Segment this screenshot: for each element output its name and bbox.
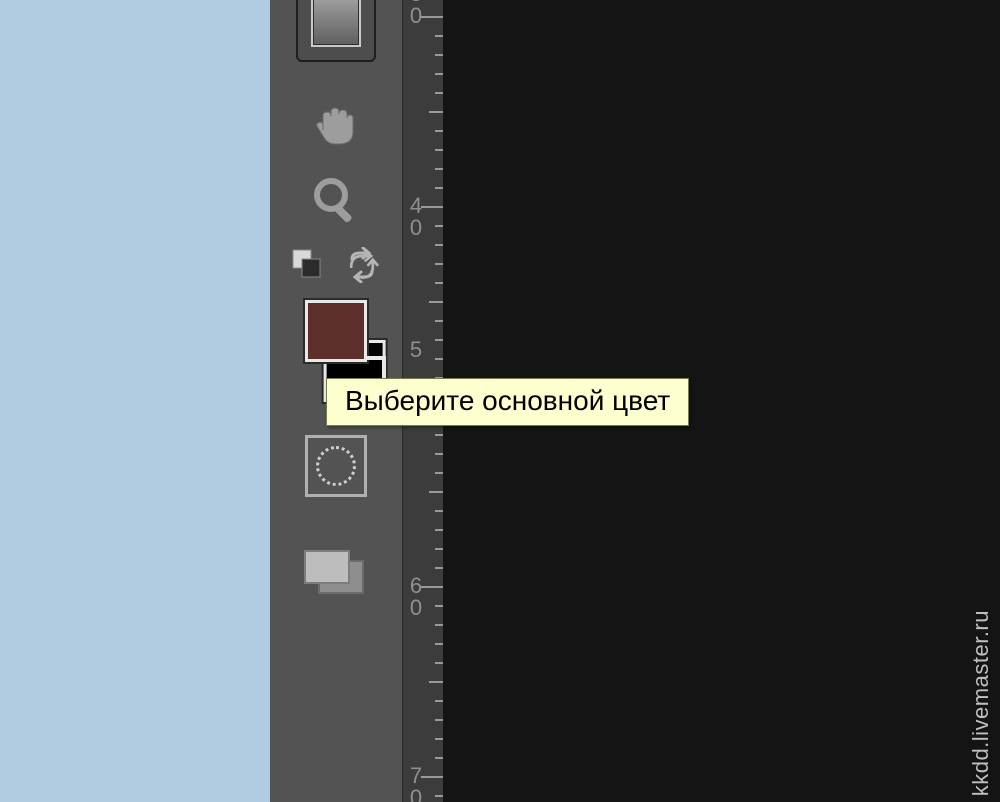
hand-tool[interactable] xyxy=(301,92,371,162)
quick-mask-toggle[interactable] xyxy=(305,435,367,497)
ruler-tick xyxy=(435,795,443,797)
ruler-tick xyxy=(435,643,443,645)
ruler-tick xyxy=(435,92,443,94)
ruler-label: 0 xyxy=(407,218,425,238)
ruler-tick xyxy=(435,567,443,569)
ruler-tick xyxy=(435,757,443,759)
ruler-tick xyxy=(435,35,443,37)
ruler-tick xyxy=(435,510,443,512)
ruler-tick xyxy=(435,624,443,626)
ruler-tick xyxy=(435,187,443,189)
ruler-tick xyxy=(435,130,443,132)
ruler-tick xyxy=(435,529,443,531)
watermark: kkdd.livemaster.ru xyxy=(968,610,994,796)
ruler-tick xyxy=(435,263,443,265)
swap-colors-button[interactable] xyxy=(344,247,380,283)
ruler-label: 0 xyxy=(407,598,425,618)
ruler-tick xyxy=(435,54,443,56)
ruler-tick xyxy=(435,73,443,75)
tooltip: Выберите основной цвет xyxy=(326,378,689,426)
screen-mode-switcher[interactable] xyxy=(291,540,381,610)
ruler-tick xyxy=(435,662,443,664)
swap-colors-icon xyxy=(344,247,380,283)
ruler-tick xyxy=(435,282,443,284)
quick-mask-icon xyxy=(316,446,356,486)
ruler-tick xyxy=(435,472,443,474)
ruler-tick xyxy=(435,719,443,721)
ruler-tick xyxy=(421,206,443,208)
ruler-tick xyxy=(429,111,443,113)
ruler-label: 0 xyxy=(407,788,425,802)
ruler-tick xyxy=(435,700,443,702)
ruler-tick xyxy=(435,339,443,341)
ruler-tick xyxy=(421,16,443,18)
ruler-label: 5 xyxy=(407,340,425,360)
zoom-tool[interactable] xyxy=(301,165,371,235)
ruler-tick xyxy=(435,358,443,360)
ruler-tick xyxy=(435,320,443,322)
foreground-color-swatch[interactable] xyxy=(305,300,367,362)
gradient-rectangle-tool[interactable] xyxy=(296,0,376,62)
screen-mode-icon xyxy=(297,547,375,603)
ruler-tick xyxy=(435,225,443,227)
ruler-tick xyxy=(435,244,443,246)
outer-region xyxy=(0,0,270,802)
tooltip-text: Выберите основной цвет xyxy=(345,385,670,416)
color-swap-controls xyxy=(286,243,386,291)
gradient-rectangle-icon xyxy=(311,0,361,47)
ruler-tick xyxy=(435,548,443,550)
magnifier-icon xyxy=(309,173,363,227)
default-colors-icon xyxy=(292,249,322,279)
app-fragment: 3 0 4 0 5 6 0 7 0 Выберите основной цвет… xyxy=(0,0,1000,802)
ruler-tick xyxy=(435,149,443,151)
ruler-tick xyxy=(421,586,443,588)
hand-icon xyxy=(309,100,363,154)
ruler-tick xyxy=(421,776,443,778)
ruler-tick xyxy=(435,168,443,170)
default-colors-button[interactable] xyxy=(292,249,322,279)
ruler-tick xyxy=(435,738,443,740)
ruler-tick xyxy=(435,605,443,607)
ruler-tick xyxy=(435,434,443,436)
ruler-tick xyxy=(429,681,443,683)
ruler-tick xyxy=(429,301,443,303)
ruler-tick xyxy=(435,453,443,455)
ruler-tick xyxy=(429,491,443,493)
